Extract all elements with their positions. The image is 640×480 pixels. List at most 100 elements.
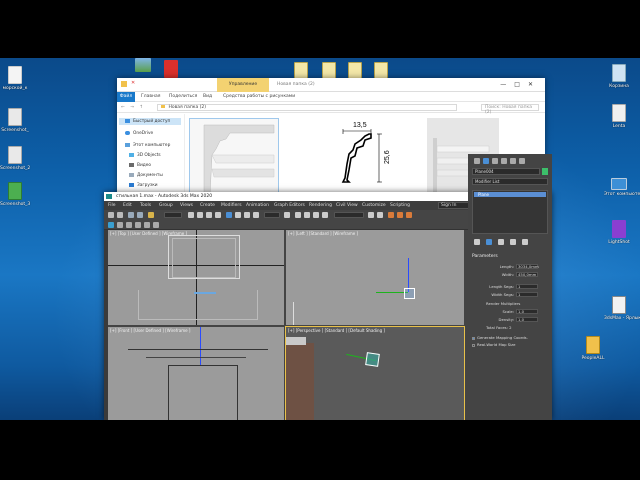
scale-spinner[interactable]: 1,0: [516, 309, 538, 314]
menu-rendering[interactable]: Rendering: [309, 201, 332, 210]
menu-animation[interactable]: Animation: [246, 201, 269, 210]
hierarchy-icon[interactable]: [126, 222, 132, 228]
search-input[interactable]: Поиск: Новая папка (2): [481, 104, 539, 115]
desktop-icon-screenshot-3[interactable]: Screenshot_3: [0, 182, 30, 207]
desktop-icon-pdf[interactable]: [156, 60, 186, 78]
modifier-stack-item-plane[interactable]: Plane: [474, 192, 546, 197]
window-crossing-icon[interactable]: [215, 212, 221, 218]
align-icon[interactable]: [377, 212, 383, 218]
nav-item-this-pc[interactable]: Этот компьютер: [125, 142, 170, 149]
select-and-move-icon[interactable]: [226, 212, 232, 218]
display-tab-icon[interactable]: [510, 158, 516, 164]
spinner-snap-icon[interactable]: [322, 212, 328, 218]
utilities-tab-icon[interactable]: [519, 158, 525, 164]
menu-tools[interactable]: Tools: [140, 201, 151, 210]
hierarchy-tab-icon[interactable]: [492, 158, 498, 164]
tab-file[interactable]: Файл: [117, 92, 135, 102]
bind-space-warp-icon[interactable]: [148, 212, 154, 218]
length-segs-spinner[interactable]: 1: [516, 284, 538, 289]
viewport-top[interactable]: [+] [Top ] [User Defined ] [Wireframe ]: [108, 230, 284, 325]
modify-icon[interactable]: [117, 222, 123, 228]
make-unique-icon[interactable]: [498, 239, 504, 245]
viewport-left[interactable]: [+] [Left ] [Standard ] [Wireframe ]: [286, 230, 464, 325]
desktop-icon-this-pc[interactable]: Этот компьютер: [604, 178, 640, 197]
menu-graph-editors[interactable]: Graph Editors: [274, 201, 305, 210]
named-selection-sets-dropdown[interactable]: [334, 212, 364, 218]
snaps-toggle-icon[interactable]: [295, 212, 301, 218]
desktop-icon-3dsmax[interactable]: 3dsMax - Ярлык: [604, 296, 640, 321]
menu-customize[interactable]: Customize: [362, 201, 386, 210]
nav-item-3d-objects[interactable]: 3D Objects: [129, 152, 161, 159]
object-color-swatch[interactable]: [542, 168, 548, 175]
tab-share[interactable]: Поделиться: [169, 92, 197, 102]
select-object-icon[interactable]: [188, 212, 194, 218]
nav-arrows-icon[interactable]: ← → ↑: [121, 102, 145, 113]
redo-icon[interactable]: [117, 212, 123, 218]
mirror-icon[interactable]: [368, 212, 374, 218]
motion-tab-icon[interactable]: [501, 158, 507, 164]
configure-modifier-sets-icon[interactable]: [522, 239, 528, 245]
display-icon[interactable]: [144, 222, 150, 228]
desktop-icon-peopleall[interactable]: PeopleALL: [578, 336, 608, 361]
utilities-icon[interactable]: [153, 222, 159, 228]
reference-coordinate-dropdown[interactable]: [264, 212, 280, 218]
close-quick-icon[interactable]: ✕: [131, 80, 135, 86]
render-production-icon[interactable]: [406, 212, 412, 218]
nav-item-onedrive[interactable]: OneDrive: [125, 130, 153, 137]
motion-icon[interactable]: [135, 222, 141, 228]
menu-modifiers[interactable]: Modifiers: [221, 201, 242, 210]
unlink-icon[interactable]: [137, 212, 143, 218]
pin-stack-icon[interactable]: [474, 239, 480, 245]
width-segs-spinner[interactable]: 1: [516, 292, 538, 297]
select-and-rotate-icon[interactable]: [235, 212, 241, 218]
rectangular-selection-icon[interactable]: [206, 212, 212, 218]
desktop-icon-lenta[interactable]: Lenta: [604, 104, 634, 129]
pivot-point-icon[interactable]: [284, 212, 290, 218]
nav-item-downloads[interactable]: Загрузки: [129, 182, 158, 189]
render-setup-icon[interactable]: [388, 212, 394, 218]
desktop-icon-screenshot-1[interactable]: Screenshot_: [0, 108, 30, 133]
selected-plane[interactable]: [365, 352, 380, 367]
menu-scripting[interactable]: Scripting: [390, 201, 410, 210]
show-end-result-icon[interactable]: [486, 239, 492, 245]
remove-modifier-icon[interactable]: [510, 239, 516, 245]
selected-plane[interactable]: [404, 288, 415, 299]
context-tab-manage[interactable]: Управление: [217, 78, 269, 92]
select-and-scale-icon[interactable]: [244, 212, 250, 218]
link-icon[interactable]: [128, 212, 134, 218]
nav-item-documents[interactable]: Документы: [129, 172, 163, 179]
menu-create[interactable]: Create: [200, 201, 215, 210]
menu-edit[interactable]: Edit: [123, 201, 132, 210]
place-icon[interactable]: [253, 212, 259, 218]
viewport-perspective[interactable]: [+] [Perspective ] [Standard ] [Default …: [285, 326, 465, 420]
modify-tab-icon[interactable]: [483, 158, 489, 164]
density-spinner[interactable]: 1,0: [516, 317, 538, 322]
angle-snap-icon[interactable]: [304, 212, 310, 218]
viewport-front[interactable]: [+] [Front ] [User Defined ] [Wireframe …: [108, 327, 284, 420]
tab-view[interactable]: Вид: [203, 92, 212, 102]
real-world-map-size-checkbox[interactable]: Real-World Map Size: [472, 342, 516, 348]
window-controls[interactable]: —□✕: [500, 81, 541, 88]
selection-filter-dropdown[interactable]: [164, 212, 182, 218]
desktop-icon-recycle-bin[interactable]: Корзина: [604, 64, 634, 89]
width-spinner[interactable]: 450,0mm: [516, 272, 538, 277]
desktop-icon-lightshot[interactable]: LightShot: [604, 220, 634, 245]
tab-home[interactable]: Главная: [141, 92, 160, 102]
object-name-field[interactable]: Plane004: [472, 168, 540, 175]
menu-views[interactable]: Views: [180, 201, 193, 210]
create-icon[interactable]: [108, 222, 114, 228]
select-by-name-icon[interactable]: [197, 212, 203, 218]
nav-item-quick-access[interactable]: Быстрый доступ: [119, 118, 181, 125]
menu-civil-view[interactable]: Civil View: [336, 201, 358, 210]
parameters-rollout-header[interactable]: Parameters: [472, 254, 498, 259]
menu-group[interactable]: Group: [159, 201, 173, 210]
desktop-icon-screenshot-2[interactable]: Screenshot_2: [0, 146, 30, 171]
modifier-list-dropdown[interactable]: Modifier List: [472, 178, 548, 185]
undo-icon[interactable]: [108, 212, 114, 218]
generate-mapping-coords-checkbox[interactable]: Generate Mapping Coords.: [472, 335, 528, 341]
desktop-icon-image[interactable]: [128, 58, 158, 72]
create-tab-icon[interactable]: [474, 158, 480, 164]
length-spinner[interactable]: 3034,0mm: [516, 264, 539, 269]
render-frame-icon[interactable]: [397, 212, 403, 218]
desktop-icon-file[interactable]: морской_к: [0, 66, 30, 91]
